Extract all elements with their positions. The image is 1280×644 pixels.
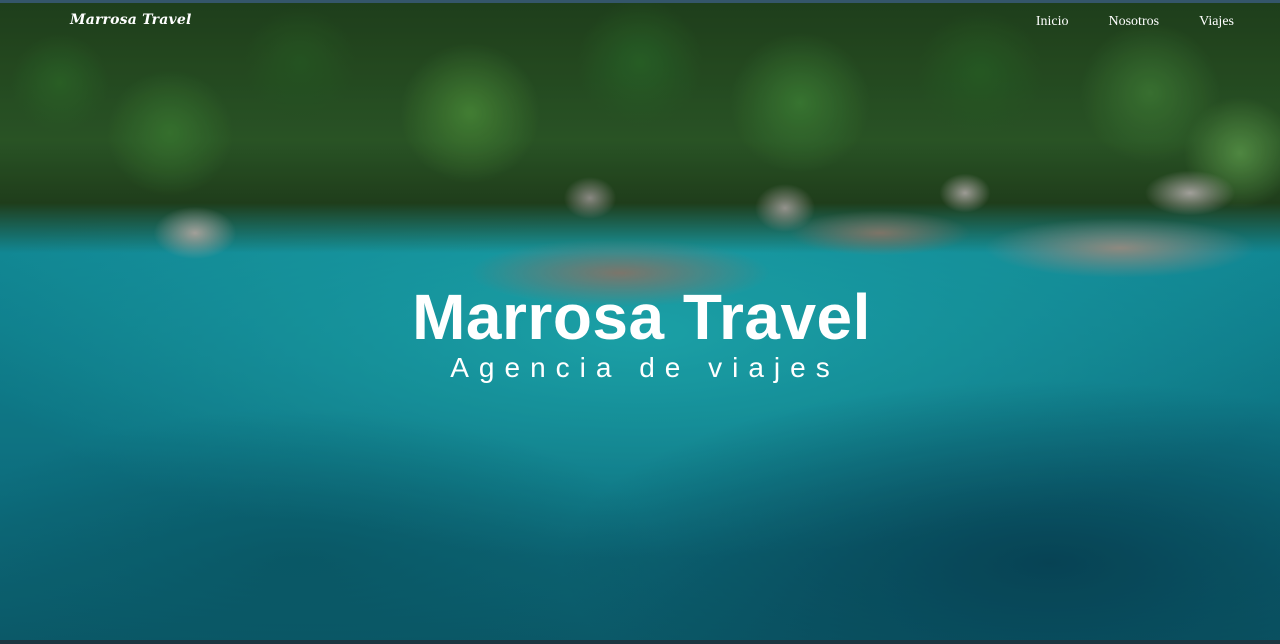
nav-link-viajes[interactable]: Viajes xyxy=(1199,14,1234,30)
hero-title: Marrosa Travel xyxy=(412,281,871,353)
nav-link-nosotros[interactable]: Nosotros xyxy=(1109,14,1160,30)
brand-logo-link[interactable]: Marrosa Travel xyxy=(70,12,192,28)
hero-section: Marrosa Travel Inicio Nosotros Viajes Ma… xyxy=(0,0,1280,644)
nav-link-inicio[interactable]: Inicio xyxy=(1036,14,1069,30)
hero-subtitle: Agencia de viajes xyxy=(450,352,840,383)
navbar: Marrosa Travel Inicio Nosotros Viajes xyxy=(0,3,1280,43)
nav-links: Inicio Nosotros Viajes xyxy=(996,14,1234,30)
hero-text-block: Marrosa Travel Agencia de viajes xyxy=(0,281,1280,385)
